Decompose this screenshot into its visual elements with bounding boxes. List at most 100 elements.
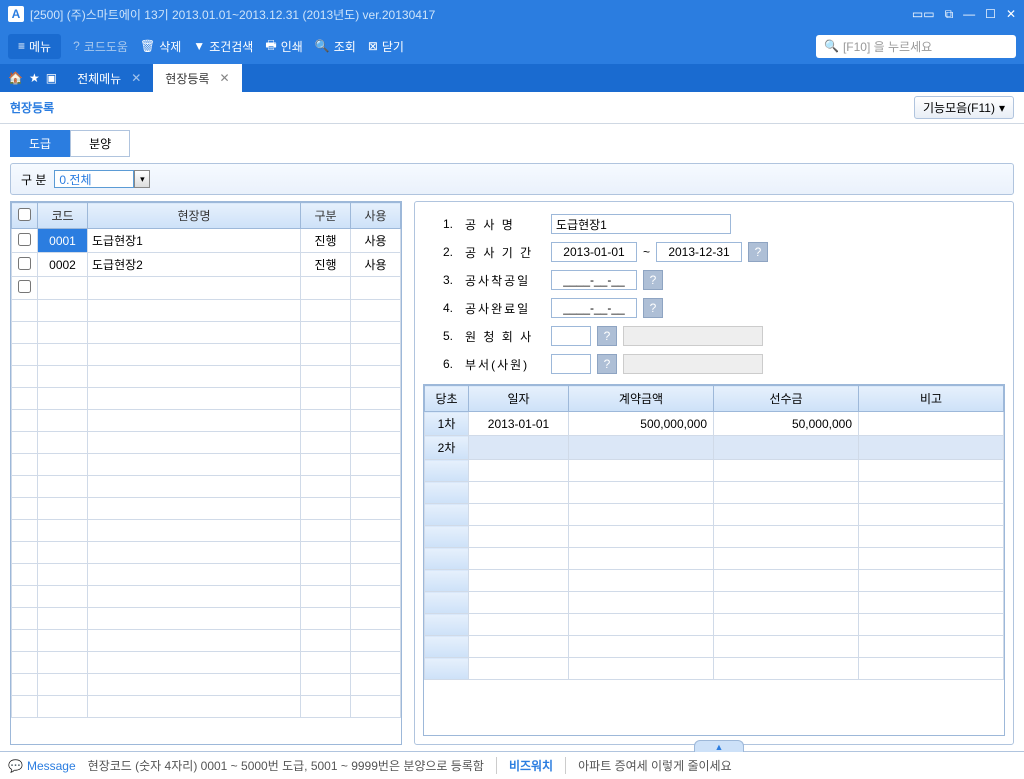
table-row[interactable] [425,526,1004,548]
cell-name[interactable]: 도급현장1 [88,229,301,253]
site-list-grid[interactable]: 코드 현장명 구분 사용 0001 도급현장1 진행 사용 0002 도급현장2… [10,201,402,745]
tab-site-register[interactable]: 현장등록 ✕ [153,64,241,92]
help-icon[interactable]: ? [748,242,768,262]
contract-amount-grid[interactable]: 당초 일자 계약금액 선수금 비고 1차 2013-01-01 500,000,… [423,384,1005,736]
label-prime-contractor: 원 청 회 사 [465,328,545,345]
table-row[interactable] [425,460,1004,482]
cascade-icon[interactable]: ⧉ [945,7,954,22]
book-icon[interactable]: ▭▭ [912,7,935,22]
input-period-from[interactable] [551,242,637,262]
home-icon[interactable]: 🏠 [8,71,23,85]
table-row[interactable]: 0001 도급현장1 진행 사용 [12,229,401,253]
table-row[interactable] [12,652,401,674]
table-row[interactable] [12,586,401,608]
cell-note[interactable] [859,412,1004,436]
cell-amount[interactable]: 500,000,000 [569,412,714,436]
cell-date[interactable] [469,436,569,460]
cell-date[interactable]: 2013-01-01 [469,412,569,436]
function-menu-button[interactable]: 기능모음(F11) ▾ [914,96,1014,119]
bizwatch-link[interactable]: 비즈워치 [496,757,566,774]
table-row[interactable] [425,592,1004,614]
cell-code[interactable]: 0002 [38,253,88,277]
table-row[interactable] [12,366,401,388]
cell-note[interactable] [859,436,1004,460]
cell-code[interactable]: 0001 [38,229,88,253]
table-row[interactable] [12,388,401,410]
table-row[interactable] [12,520,401,542]
help-icon[interactable]: ? [643,270,663,290]
table-row[interactable] [12,608,401,630]
table-row[interactable] [425,482,1004,504]
cell-use[interactable]: 사용 [351,253,401,277]
table-row[interactable] [12,322,401,344]
table-row[interactable] [12,277,401,300]
cell-name[interactable]: 도급현장2 [88,253,301,277]
table-row[interactable] [425,614,1004,636]
form-num: 5. [443,329,459,343]
cell-amount[interactable] [569,436,714,460]
grid-header-checkbox[interactable] [12,203,38,229]
print-button[interactable]: 🖶 인쇄 [265,36,302,57]
expand-up-icon[interactable]: ▲ [694,740,744,752]
delete-button[interactable]: 🗑 삭제 [140,38,181,55]
close-button[interactable]: ⊠ 닫기 [368,38,404,55]
table-row[interactable] [12,476,401,498]
tab-close-icon[interactable]: ✕ [219,71,229,85]
close-icon[interactable]: ✕ [1006,7,1016,22]
help-icon[interactable]: ? [597,326,617,346]
table-row[interactable] [12,542,401,564]
subtab-sale[interactable]: 분양 [70,130,130,157]
row-checkbox[interactable] [18,257,31,270]
table-row[interactable] [12,696,401,718]
table-row[interactable] [12,300,401,322]
table-row[interactable] [12,454,401,476]
subtab-contract[interactable]: 도급 [10,130,70,157]
menu-button[interactable]: ≡ 메뉴 [8,34,61,59]
table-row[interactable] [12,630,401,652]
table-row[interactable] [425,570,1004,592]
code-help-button[interactable]: ? 코드도움 [73,38,128,55]
table-row[interactable]: 1차 2013-01-01 500,000,000 50,000,000 [425,412,1004,436]
row-checkbox[interactable] [18,280,31,293]
cell-kind[interactable]: 진행 [301,229,351,253]
table-row[interactable] [12,564,401,586]
minimize-icon[interactable]: — [963,7,975,22]
maximize-icon[interactable]: ☐ [985,7,996,22]
table-row[interactable] [425,504,1004,526]
table-row[interactable]: 0002 도급현장2 진행 사용 [12,253,401,277]
toolbar-search[interactable]: 🔍 [F10] 을 누르세요 [816,35,1016,58]
input-dept-code[interactable] [551,354,591,374]
cell-kind[interactable]: 진행 [301,253,351,277]
tab-allmenu[interactable]: 전체메뉴 ✕ [65,64,153,92]
input-period-to[interactable] [656,242,742,262]
table-row[interactable] [12,674,401,696]
help-icon[interactable]: ? [643,298,663,318]
table-row[interactable] [12,344,401,366]
tab-close-icon[interactable]: ✕ [131,71,141,85]
help-icon[interactable]: ? [597,354,617,374]
chevron-down-icon[interactable]: ▾ [134,170,150,188]
input-end-date[interactable] [551,298,637,318]
main-toolbar: ≡ 메뉴 ? 코드도움 🗑 삭제 ▼ 조건검색 🖶 인쇄 🔍 조회 ⊠ 닫기 🔍… [0,28,1024,64]
query-button[interactable]: 🔍 조회 [315,38,356,55]
input-contractor-code[interactable] [551,326,591,346]
table-row[interactable] [425,548,1004,570]
cell-use[interactable]: 사용 [351,229,401,253]
cell-advance[interactable]: 50,000,000 [714,412,859,436]
table-row[interactable] [12,410,401,432]
row-checkbox[interactable] [18,233,31,246]
table-row[interactable] [425,658,1004,680]
filter-kind-select[interactable] [54,170,134,188]
display-dept-name [623,354,763,374]
folder-icon[interactable]: ▣ [46,71,57,85]
table-row[interactable] [425,636,1004,658]
table-row[interactable] [12,432,401,454]
input-site-name[interactable] [551,214,731,234]
table-row[interactable]: 2차 [425,436,1004,460]
grid-header-kind: 구분 [301,203,351,229]
input-start-date[interactable] [551,270,637,290]
cell-advance[interactable] [714,436,859,460]
cond-search-button[interactable]: ▼ 조건검색 [193,38,253,55]
table-row[interactable] [12,498,401,520]
star-icon[interactable]: ★ [29,71,40,85]
